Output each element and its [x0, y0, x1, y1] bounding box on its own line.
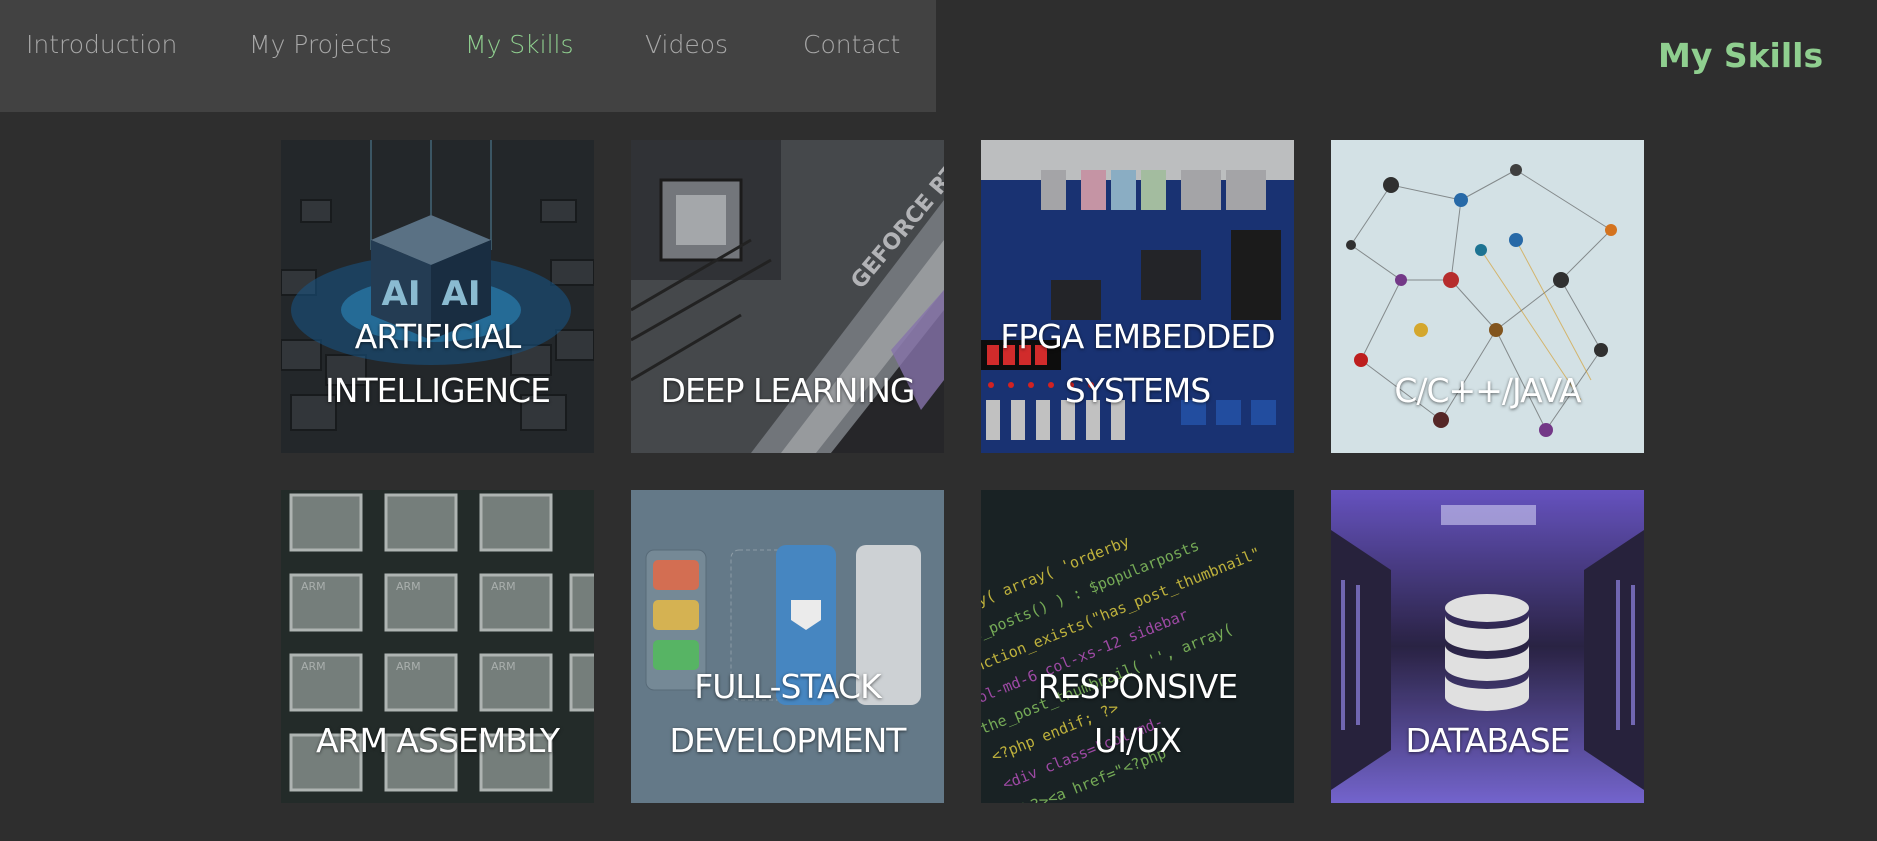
skill-tile-full-stack[interactable]: FULL-STACK DEVELOPMENT: [631, 490, 944, 803]
skill-label: RESPONSIVE UI/UX: [1037, 667, 1238, 760]
skill-tile-deep-learning[interactable]: GEFORCE RTX DEEP LEARNING: [631, 140, 944, 453]
nav-item-contact[interactable]: Contact: [803, 30, 900, 59]
nav-item-my-skills[interactable]: My Skills: [465, 30, 574, 59]
skill-tile-c-cpp-java[interactable]: C/C++/JAVA: [1331, 140, 1644, 453]
skill-label: DATABASE: [1405, 721, 1570, 760]
skill-tile-arm-assembly[interactable]: ARM ARM ARM ARM ARM ARM ARM ASSEMBLY: [281, 490, 594, 803]
skill-tile-responsive-ui-ux[interactable]: _Query( array( 'orderby have_posts() ) :…: [981, 490, 1294, 803]
nav-item-introduction[interactable]: Introduction: [26, 30, 177, 59]
skill-label: C/C++/JAVA: [1394, 371, 1581, 410]
skill-label: ARM ASSEMBLY: [315, 721, 560, 760]
skill-label: FPGA EMBEDDED SYSTEMS: [1000, 317, 1275, 410]
skill-label: FULL-STACK DEVELOPMENT: [669, 667, 907, 760]
skill-tile-database[interactable]: DATABASE: [1331, 490, 1644, 803]
nav-item-videos[interactable]: Videos: [645, 30, 728, 59]
skill-label: DEEP LEARNING: [660, 371, 916, 410]
skill-label: ARTIFICIAL INTELLIGENCE: [325, 317, 551, 410]
nav-item-my-projects[interactable]: My Projects: [249, 30, 392, 59]
skill-tile-fpga[interactable]: FPGA EMBEDDED SYSTEMS: [981, 140, 1294, 453]
page-title: My Skills: [1658, 36, 1824, 75]
nav-bar: Introduction My Projects My Skills Video…: [0, 0, 936, 112]
skill-tile-ai[interactable]: AI AI ARTIFICIAL INTELLIGENCE: [281, 140, 594, 453]
